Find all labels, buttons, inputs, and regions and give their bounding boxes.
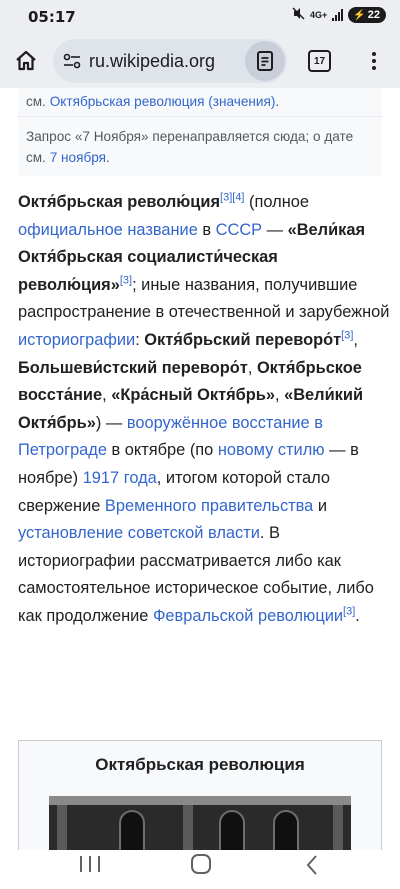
page-content: см. Октябрьская революция (значения). За… [0, 88, 400, 850]
status-time: 05:17 [28, 8, 76, 26]
infobox-title: Октябрьская революция [95, 755, 305, 774]
photo-window [119, 810, 145, 850]
url-text[interactable]: ru.wikipedia.org [89, 51, 215, 72]
reference-3a[interactable]: [3] [120, 274, 132, 286]
reader-icon [257, 51, 273, 71]
browser-toolbar: ru.wikipedia.org 17 [0, 34, 400, 88]
status-bar: 05:17 4G+ ⚡ 22 [0, 0, 400, 34]
reference-3c[interactable]: [3] [343, 605, 355, 617]
link-historiography[interactable]: историографии [18, 331, 135, 349]
system-navigation-bar [0, 850, 400, 889]
reader-mode-button[interactable] [245, 41, 285, 81]
recent-apps-button[interactable] [80, 856, 100, 872]
tab-switcher-button[interactable]: 17 [308, 50, 331, 72]
hatnote-line-redirect: Запрос «7 Ноября» перенаправляется сюда;… [26, 129, 354, 165]
battery-indicator: ⚡ 22 [348, 7, 386, 23]
site-settings-icon[interactable] [63, 53, 81, 69]
signal-icon [332, 9, 344, 21]
status-icons: 4G+ ⚡ 22 [292, 7, 386, 23]
infobox: Октябрьская революция [18, 740, 382, 850]
home-icon [16, 50, 36, 71]
link-soviet-power[interactable]: установление советской власти [18, 524, 260, 542]
hatnote: см. Октябрьская революция (значения). За… [18, 88, 382, 176]
article-lead-paragraph: Октя́брьская револю́ция[3][4] (полное оф… [18, 191, 390, 625]
reference-3-4[interactable]: [3][4] [220, 192, 244, 204]
photo-window [219, 810, 245, 850]
photo-window [273, 810, 299, 850]
photo-column [333, 805, 343, 850]
disambiguation-link[interactable]: Октябрьская революция (значения) [50, 94, 276, 109]
address-bar[interactable]: ru.wikipedia.org [53, 39, 287, 83]
photo-column [183, 805, 193, 850]
home-button[interactable] [12, 47, 40, 75]
reference-3b[interactable]: [3] [341, 330, 353, 342]
back-button[interactable] [305, 854, 319, 881]
photo-column [57, 805, 67, 850]
hatnote-line-disambiguation: см. Октябрьская революция (значения). [26, 94, 280, 109]
photo-cornice [49, 796, 351, 805]
system-home-button[interactable] [191, 854, 211, 874]
link-1917[interactable]: 1917 года [83, 469, 157, 487]
date-link[interactable]: 7 ноября [50, 150, 106, 165]
link-ussr[interactable]: СССР [216, 221, 262, 239]
charging-icon: ⚡ [353, 9, 366, 21]
link-provisional-government[interactable]: Временного правительства [105, 497, 313, 515]
back-icon [306, 855, 317, 875]
hatnote-divider [18, 116, 382, 117]
link-february-revolution[interactable]: Февральской революции [153, 607, 343, 625]
mute-icon [292, 7, 305, 23]
more-menu-button[interactable] [364, 50, 384, 72]
link-new-style[interactable]: новому стилю [218, 441, 325, 459]
network-type: 4G+ [310, 10, 328, 20]
link-official-name[interactable]: официальное название [18, 221, 198, 239]
battery-level: 22 [367, 9, 380, 21]
infobox-photo[interactable] [49, 796, 351, 850]
